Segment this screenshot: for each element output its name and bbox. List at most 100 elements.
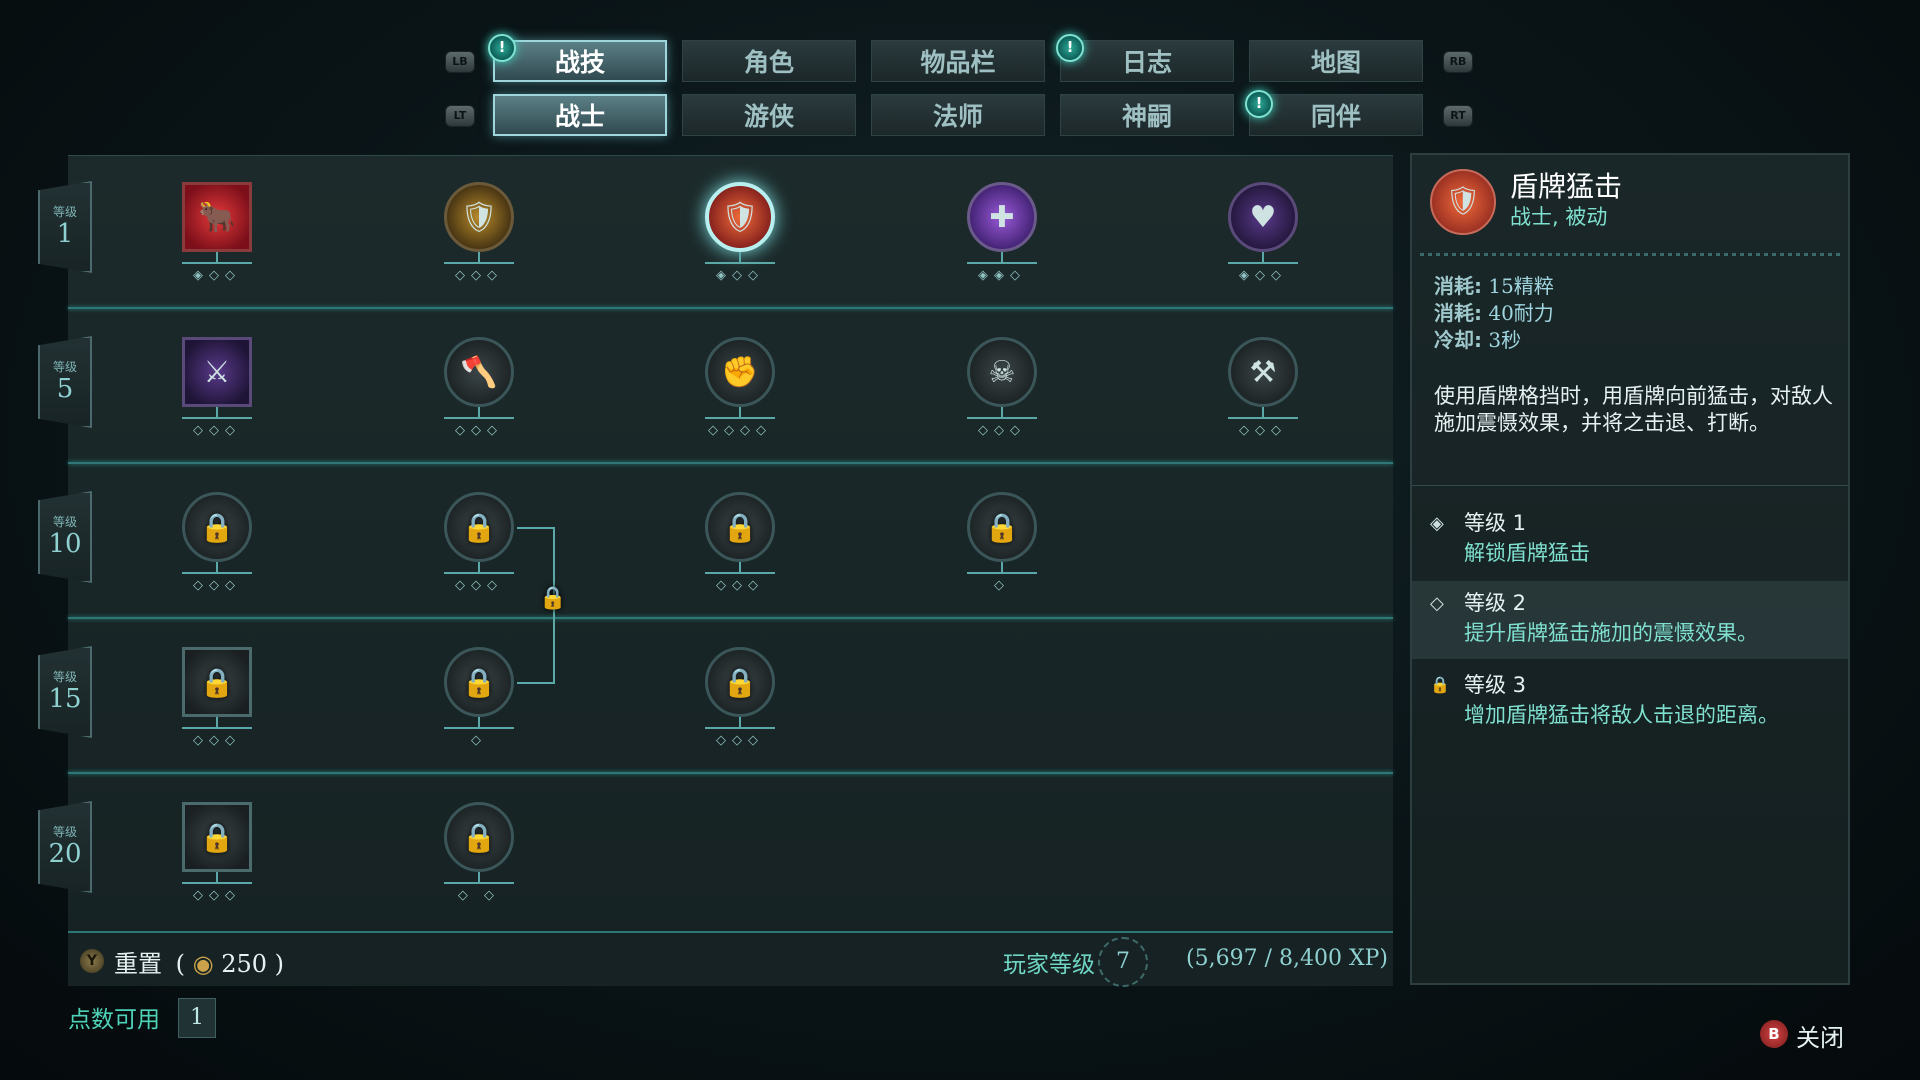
- lt-trigger[interactable]: LT: [446, 106, 474, 126]
- diamond-filled-icon: ◈: [1430, 513, 1444, 534]
- skill-node-locked[interactable]: 🔒 ◇: [962, 492, 1042, 593]
- rank-pips: ◇◇◇: [193, 578, 241, 593]
- reset-cost: ( ◉ 250 ): [175, 950, 285, 978]
- rank-pips: ◇◇◇: [455, 578, 503, 593]
- lock-icon: 🔒: [967, 492, 1037, 562]
- rank-pips: ◇◇◇: [193, 733, 241, 748]
- lock-icon: 🔒: [444, 492, 514, 562]
- lock-icon: 🔒: [705, 492, 775, 562]
- rank-text: 增加盾牌猛击将敌人击退的距离。: [1464, 703, 1779, 727]
- rank-pips: ◇: [471, 733, 487, 748]
- skill-node-locked[interactable]: 🔒 ◇◇◇: [439, 492, 519, 593]
- lock-icon: 🔒: [182, 647, 252, 717]
- skill-node-healing-cross[interactable]: ✚ ◈◈◇: [962, 182, 1042, 283]
- skill-node-locked[interactable]: 🔒 ◇◇◇: [177, 492, 257, 593]
- skill-stats: 消耗: 15精粹 消耗: 40耐力 冷却: 3秒: [1434, 273, 1554, 354]
- rank-pips: ◈◇◇: [1239, 268, 1287, 283]
- bull-head-icon: 🐂: [182, 182, 252, 252]
- skill-node-locked[interactable]: 🔒 ◇◇◇: [700, 492, 780, 593]
- rank-label: 等级 3: [1464, 673, 1527, 697]
- rank-pips: ◇◇◇: [193, 423, 241, 438]
- points-available-value: 1: [178, 998, 216, 1038]
- skill-node-skull-blade[interactable]: ☠ ◇◇◇: [962, 337, 1042, 438]
- skill-node-purple-strike[interactable]: ⚔ ◇◇◇: [177, 337, 257, 438]
- skill-tree-panel: 🔒 🐂 ◈◇◇ 🛡 ◇◇◇ 🛡 ◈◇◇ ✚ ◈◈◇ ♥ ◈◇◇ ⚔ ◇◇◇ 🪓 …: [68, 155, 1393, 988]
- rank-text: 提升盾牌猛击施加的震慑效果。: [1464, 621, 1758, 645]
- b-button-icon: B: [1760, 1020, 1788, 1048]
- rank-pips: ◇◇◇: [978, 423, 1026, 438]
- lb-bumper[interactable]: LB: [446, 52, 474, 72]
- rank-pips: ◇◇◇: [455, 423, 503, 438]
- tab-journal[interactable]: 日志: [1060, 40, 1234, 82]
- rank-pips: ◇◇◇◇: [708, 423, 772, 438]
- skill-node-locked[interactable]: 🔒 ◇◇◇: [177, 802, 257, 903]
- tab-combat-skills[interactable]: 战技: [493, 40, 667, 82]
- rb-bumper[interactable]: RB: [1444, 52, 1472, 72]
- tab-inventory[interactable]: 物品栏: [871, 40, 1045, 82]
- skill-node-locked[interactable]: 🔒 ◇ ◇: [439, 802, 519, 903]
- tab-godborn[interactable]: 神嗣: [1060, 94, 1234, 136]
- skill-node-locked[interactable]: 🔒 ◇◇◇: [700, 647, 780, 748]
- level-marker-15: 等级 15: [38, 646, 92, 738]
- lock-icon: 🔒: [1430, 675, 1450, 694]
- skill-node-heart-shield[interactable]: ♥ ◈◇◇: [1223, 182, 1303, 283]
- skill-node-shield-bash[interactable]: 🛡 ◈◇◇: [700, 182, 780, 283]
- connector-line: [517, 682, 555, 684]
- skill-node-axe-cleave[interactable]: 🪓 ◇◇◇: [439, 337, 519, 438]
- notification-badge: !: [488, 34, 516, 62]
- skill-node-locked[interactable]: 🔒 ◇: [439, 647, 519, 748]
- lock-icon: 🔒: [182, 802, 252, 872]
- tab-ranger[interactable]: 游侠: [682, 94, 856, 136]
- coin-icon: ◉: [192, 950, 214, 978]
- skill-description: 使用盾牌格挡时，用盾牌向前猛击，对敌人施加震慑效果，并将之击退、打断。: [1434, 384, 1833, 435]
- skill-node-war-axe[interactable]: ⚒ ◇◇◇: [1223, 337, 1303, 438]
- fist-icon: ✊: [705, 337, 775, 407]
- tab-mage[interactable]: 法师: [871, 94, 1045, 136]
- lock-icon: 🔒: [444, 802, 514, 872]
- skill-node-fist-punch[interactable]: ✊ ◇◇◇◇: [700, 337, 780, 438]
- separator: [1420, 253, 1840, 256]
- skill-subtitle: 战士, 被动: [1510, 205, 1608, 229]
- level-marker-1: 等级 1: [38, 181, 92, 273]
- close-button[interactable]: 关闭: [1796, 1018, 1844, 1053]
- rank-2: ◇ 等级 2 提升盾牌猛击施加的震慑效果。: [1412, 581, 1848, 659]
- skill-node-bull-rage[interactable]: 🐂 ◈◇◇: [177, 182, 257, 283]
- rank-pips: ◈◇◇: [716, 268, 764, 283]
- level-marker-10: 等级 10: [38, 491, 92, 583]
- shield-icon: 🛡: [444, 182, 514, 252]
- skill-title: 盾牌猛击: [1510, 170, 1623, 203]
- slash-icon: ⚔: [182, 337, 252, 407]
- skill-node-shield-glow[interactable]: 🛡 ◇◇◇: [439, 182, 519, 283]
- rank-pips: ◇◇◇: [193, 888, 241, 903]
- tab-map[interactable]: 地图: [1249, 40, 1423, 82]
- row-divider: [68, 307, 1393, 309]
- rt-trigger[interactable]: RT: [1444, 106, 1472, 126]
- tree-footer: Y 重置 ( ◉ 250 ) 玩家等级 7 (5,697 / 8,400 XP): [68, 931, 1393, 988]
- reset-button[interactable]: 重置 ( ◉ 250 ): [114, 944, 284, 979]
- player-level-label: 玩家等级: [1003, 952, 1095, 978]
- double-axe-icon: ⚒: [1228, 337, 1298, 407]
- skill-detail-panel: 🛡 盾牌猛击 战士, 被动 消耗: 15精粹 消耗: 40耐力 冷却: 3秒 使…: [1410, 153, 1850, 985]
- rank-pips: ◇◇◇: [1239, 423, 1287, 438]
- row-divider: [68, 772, 1393, 774]
- lock-icon: 🔒: [182, 492, 252, 562]
- notification-badge: !: [1245, 90, 1273, 118]
- y-button-icon: Y: [80, 949, 104, 973]
- skill-node-locked[interactable]: 🔒 ◇◇◇: [177, 647, 257, 748]
- rank-pips: ◇: [994, 578, 1010, 593]
- level-marker-5: 等级 5: [38, 336, 92, 428]
- tab-companions[interactable]: 同伴: [1249, 94, 1423, 136]
- plus-icon: ✚: [967, 182, 1037, 252]
- lock-icon: 🔒: [539, 586, 567, 611]
- player-level-value: 7: [1098, 937, 1148, 987]
- tab-character[interactable]: 角色: [682, 40, 856, 82]
- rank-pips: ◇◇◇: [716, 578, 764, 593]
- points-available-label: 点数可用: [68, 1007, 160, 1033]
- tab-warrior[interactable]: 战士: [493, 94, 667, 136]
- rank-pips: ◈◈◇: [978, 268, 1026, 283]
- rank-label: 等级 1: [1464, 511, 1527, 535]
- xp-progress: (5,697 / 8,400 XP): [1186, 946, 1388, 971]
- rank-pips: ◇◇◇: [716, 733, 764, 748]
- row-divider: [68, 617, 1393, 619]
- skull-icon: ☠: [967, 337, 1037, 407]
